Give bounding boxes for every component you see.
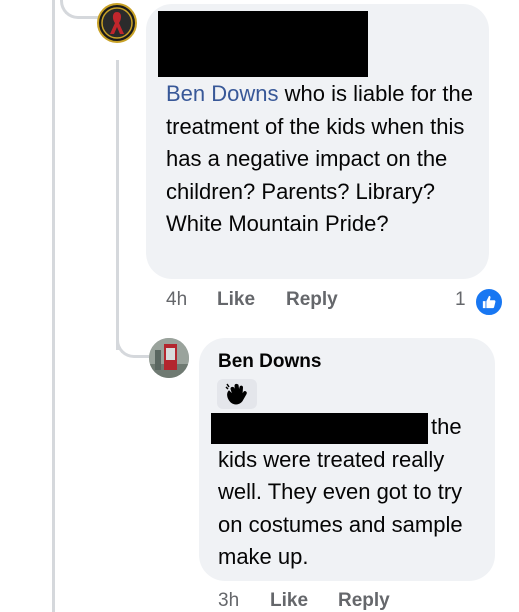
- comment-timestamp[interactable]: 4h: [166, 289, 187, 311]
- ribbon-emblem-icon: [101, 7, 133, 39]
- thumbs-up-icon: [482, 295, 496, 309]
- mention-link[interactable]: Ben Downs: [166, 81, 279, 106]
- reaction-badge[interactable]: [474, 287, 504, 317]
- thread-line-reply: [116, 60, 119, 350]
- thread-line-main: [52, 0, 55, 612]
- thread-connector-reply: [116, 325, 149, 358]
- reply-button[interactable]: Reply: [286, 289, 338, 311]
- reply-reply-button[interactable]: Reply: [338, 590, 390, 612]
- redacted-author-name: [158, 11, 368, 77]
- commenter-avatar[interactable]: [97, 3, 137, 43]
- reply-like-button[interactable]: Like: [270, 590, 308, 612]
- thread-connector-top: [60, 0, 101, 19]
- reply-text-rest: kids were treated really well. They even…: [218, 446, 463, 570]
- like-button[interactable]: Like: [217, 289, 255, 311]
- reply-timestamp[interactable]: 3h: [218, 590, 239, 612]
- comment-text: Ben Downs who is liable for the treatmen…: [166, 78, 486, 241]
- waving-hand-icon: [225, 383, 247, 405]
- reply-text: the kids were treated really well. They …: [218, 411, 488, 574]
- emoji-reaction: [217, 379, 257, 409]
- reply-author-name[interactable]: Ben Downs: [218, 351, 321, 373]
- reply-text-first: the: [431, 414, 462, 439]
- reply-author-avatar[interactable]: [149, 338, 189, 378]
- reaction-count[interactable]: 1: [455, 289, 466, 311]
- phone-booth-photo-icon: [149, 338, 189, 378]
